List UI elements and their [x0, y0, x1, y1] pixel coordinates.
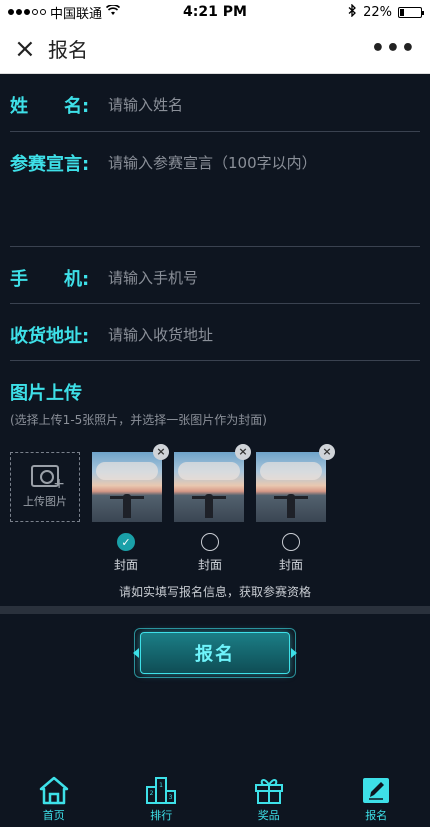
tab-register[interactable]: 报名 — [323, 772, 430, 827]
tab-bar: 首页 1 2 3 排行 奖品 报名 — [0, 772, 430, 827]
phone-input[interactable]: 请输入手机号 — [108, 247, 198, 288]
nav-bar: × 报名 ••• — [0, 24, 430, 74]
address-label: 收货地址: — [10, 326, 90, 347]
address-row: 收货地址: 请输入收货地址 — [10, 304, 420, 361]
cover-radio[interactable] — [282, 533, 300, 551]
tab-label: 奖品 — [257, 809, 280, 822]
close-icon[interactable]: × — [14, 36, 42, 62]
address-input[interactable]: 请输入收货地址 — [108, 304, 213, 345]
upload-photo-label: 上传图片 — [23, 495, 67, 508]
delete-photo-icon[interactable]: × — [319, 444, 335, 460]
bluetooth-icon — [348, 2, 357, 21]
delete-photo-icon[interactable]: × — [235, 444, 251, 460]
cover-label: 封面 — [113, 558, 138, 572]
submit-button[interactable]: 报名 — [140, 632, 290, 674]
svg-text:2: 2 — [150, 790, 154, 797]
delete-photo-icon[interactable]: × — [153, 444, 169, 460]
status-bar: 中国联通 4:21 PM 22% — [0, 0, 430, 24]
upload-area: + 上传图片 × × × — [10, 444, 420, 522]
svg-text:3: 3 — [169, 794, 173, 801]
upload-subtitle: (选择上传1-5张照片，并选择一张图片作为封面) — [10, 413, 267, 427]
submit-frame: 报名 — [133, 628, 297, 678]
camera-icon: + — [31, 465, 65, 491]
status-right: 22% — [348, 2, 424, 21]
page-title: 报名 — [48, 38, 88, 62]
notice-text: 请如实填写报名信息，获取参赛资格 — [118, 585, 311, 599]
name-row: 姓 名: 请输入姓名 — [10, 74, 420, 132]
declaration-row: 参赛宣言: 请输入参赛宣言（100字以内） — [10, 132, 420, 247]
tab-home[interactable]: 首页 — [0, 772, 108, 827]
section-divider — [0, 606, 430, 614]
cover-option[interactable]: 封面 — [271, 533, 311, 573]
tab-label: 报名 — [365, 809, 388, 822]
gift-icon — [254, 779, 283, 804]
tab-ranking[interactable]: 1 2 3 排行 — [108, 772, 216, 827]
battery-percent: 22% — [363, 4, 392, 20]
cover-selector: ✓ 封面 封面 封面 — [0, 533, 430, 573]
cover-option[interactable]: ✓ 封面 — [106, 533, 146, 573]
home-icon — [39, 776, 68, 805]
carrier-name: 中国联通 — [50, 6, 103, 22]
declaration-input[interactable]: 请输入参赛宣言（100字以内） — [108, 132, 317, 173]
name-input[interactable]: 请输入姓名 — [108, 74, 183, 115]
more-icon[interactable]: ••• — [371, 36, 416, 61]
photo-thumbnail[interactable] — [174, 452, 244, 522]
cover-radio[interactable] — [201, 533, 219, 551]
registration-form: 姓 名: 请输入姓名 参赛宣言: 请输入参赛宣言（100字以内） 手 机: 请输… — [0, 74, 430, 428]
photo-thumbnail[interactable] — [256, 452, 326, 522]
svg-text:1: 1 — [159, 782, 163, 789]
tab-label: 排行 — [150, 809, 173, 822]
name-label: 姓 名: — [10, 96, 90, 117]
status-left: 中国联通 — [8, 3, 348, 22]
cover-label: 封面 — [278, 558, 303, 572]
declaration-label: 参赛宣言: — [10, 154, 90, 175]
phone-label: 手 机: — [10, 269, 90, 290]
battery-level — [400, 8, 405, 16]
cover-option[interactable]: 封面 — [190, 533, 230, 573]
phone-row: 手 机: 请输入手机号 — [10, 247, 420, 304]
battery-icon — [398, 6, 424, 18]
upload-photo-button[interactable]: + 上传图片 — [10, 452, 80, 522]
signal-icon — [8, 9, 46, 15]
photo-thumbnail[interactable] — [92, 452, 162, 522]
edit-icon — [363, 778, 390, 803]
upload-title: 图片上传 — [10, 383, 82, 404]
cover-label: 封面 — [197, 558, 222, 572]
ranking-icon: 1 2 3 — [146, 777, 177, 804]
wifi-icon — [105, 3, 121, 20]
tab-prizes[interactable]: 奖品 — [215, 772, 323, 827]
tab-label: 首页 — [42, 809, 65, 822]
cover-radio[interactable]: ✓ — [117, 533, 135, 551]
